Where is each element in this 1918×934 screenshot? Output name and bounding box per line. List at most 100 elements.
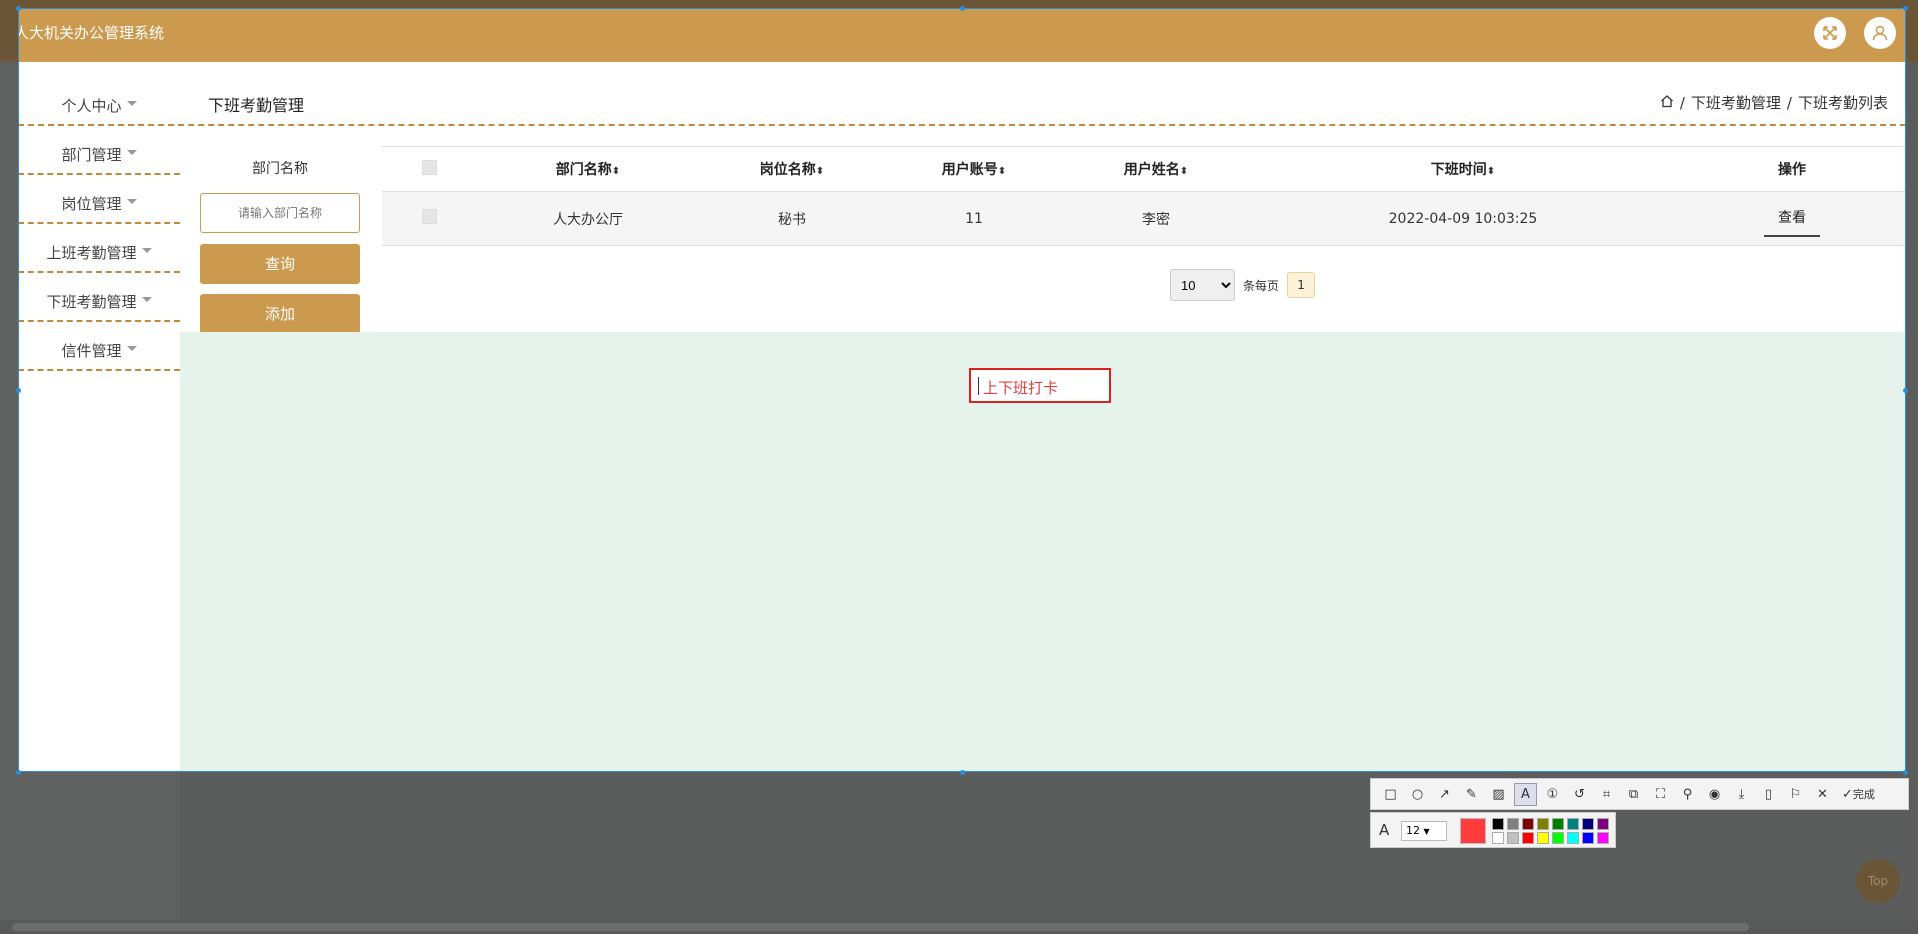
capture-region: 人大机关办公管理系统 个人中心 部门管理 岗位管理 上班考勤管理 下班考勤管理 … [18,8,1906,772]
annotation-text[interactable]: 上下班打卡 [983,377,1058,398]
color-swatch[interactable] [1552,832,1564,844]
arrow-icon[interactable]: ↗ [1433,783,1456,806]
ocr-icon[interactable]: ⌗ [1595,783,1618,806]
column-header-label: 下班时间 [1430,162,1487,178]
circle-icon[interactable]: ○ [1406,783,1429,806]
sidebar-item-letters[interactable]: 信件管理 [18,326,180,375]
color-swatch[interactable] [1507,832,1519,844]
sort-icon: ⬍ [997,166,1007,177]
breadcrumb: / 下班考勤管理 / 下班考勤列表 [1660,92,1888,113]
column-header[interactable]: 下班时间⬍ [1248,146,1678,192]
scroll-top-button[interactable]: Top [1856,859,1900,903]
content-header: 下班考勤管理 / 下班考勤管理 / 下班考勤列表 [180,62,1906,132]
record-icon[interactable]: ◉ [1703,783,1726,806]
page-size-select[interactable]: 10 [1170,269,1235,301]
font-icon: A [1379,821,1390,839]
text-tool-icon[interactable]: A [1514,782,1537,806]
text-annotation-box[interactable]: 上下班打卡 [969,368,1111,403]
horizontal-scrollbar[interactable] [0,920,1918,934]
resize-handle[interactable] [960,6,965,11]
color-swatch[interactable] [1537,818,1549,830]
mosaic-icon[interactable]: ▨ [1487,783,1510,806]
resize-handle[interactable] [960,770,965,775]
resize-handle[interactable] [16,388,21,393]
column-header: 操作 [1678,146,1906,192]
breadcrumb-item[interactable]: 下班考勤管理 [1691,92,1781,113]
sidebar-item-department[interactable]: 部门管理 [18,130,180,179]
resize-handle[interactable] [1903,388,1908,393]
color-swatch[interactable] [1522,818,1534,830]
font-size-select[interactable]: 12 ▼ [1401,821,1447,841]
caret-down-icon [141,297,152,302]
color-swatch[interactable] [1507,818,1519,830]
sort-icon: ⬍ [1486,166,1496,177]
divider [18,271,180,273]
table-cell: 2022-04-09 10:03:25 [1248,191,1678,246]
scan-icon[interactable]: ⛶ [1649,783,1672,806]
color-swatch[interactable] [1552,818,1564,830]
search-button[interactable]: 查询 [200,244,360,284]
translate-icon[interactable]: ⧉ [1622,783,1645,806]
color-swatch[interactable] [1492,832,1504,844]
sidebar-item-label: 个人中心 [61,97,122,115]
sidebar-item-checkout[interactable]: 下班考勤管理 [18,277,180,326]
undo-icon[interactable]: ↺ [1568,783,1591,806]
select-all-checkbox[interactable] [421,159,437,175]
color-swatch[interactable] [1582,818,1594,830]
resize-handle[interactable] [16,6,21,11]
color-swatch[interactable] [1567,832,1579,844]
resize-handle[interactable] [1903,6,1908,11]
done-label: 完成 [1852,788,1875,801]
column-header[interactable]: 部门名称⬍ [476,146,700,192]
user-icon[interactable] [1864,17,1896,49]
view-button[interactable]: 查看 [1764,201,1820,237]
close-icon[interactable]: ✕ [1811,783,1834,806]
done-button[interactable]: ✓ 完成 [1838,783,1879,806]
current-color-swatch[interactable] [1460,818,1486,844]
resize-handle[interactable] [16,770,21,775]
sidebar-item-checkin[interactable]: 上班考勤管理 [18,228,180,277]
color-swatch[interactable] [1582,832,1594,844]
table-cell: 查看 [1678,191,1906,246]
row-checkbox-cell [382,191,476,246]
page-number-button[interactable]: 1 [1287,272,1316,298]
font-size-value: 12 [1406,824,1420,837]
color-swatch[interactable] [1597,832,1609,844]
fullscreen-icon[interactable] [1814,17,1846,49]
divider [18,369,180,371]
column-header[interactable]: 用户姓名⬍ [1064,146,1248,192]
download-icon[interactable]: ⤓ [1730,783,1753,806]
table-row: 人大办公厅 秘书 11 李密 2022-04-09 10:03:25 查看 [382,191,1906,246]
pin-icon[interactable]: ⚲ [1676,783,1699,806]
color-swatch[interactable] [1597,818,1609,830]
color-swatch[interactable] [1522,832,1534,844]
pagination: 10 条每页 1 [1170,269,1316,301]
column-header-label: 用户姓名 [1123,162,1180,178]
caret-down-icon [126,199,137,204]
row-checkbox[interactable] [421,209,437,224]
number-icon[interactable]: ① [1541,783,1564,806]
column-header[interactable]: 用户账号⬍ [884,146,1064,192]
sidebar-item-position[interactable]: 岗位管理 [18,179,180,228]
divider [18,320,180,322]
color-swatch[interactable] [1567,818,1579,830]
color-swatch[interactable] [1492,818,1504,830]
rectangle-icon[interactable]: □ [1379,783,1402,806]
scrollbar-thumb[interactable] [12,923,1749,931]
column-header[interactable]: 岗位名称⬍ [700,146,884,192]
color-swatch[interactable] [1537,832,1549,844]
table-panel: 部门名称⬍ 岗位名称⬍ 用户账号⬍ 用户姓名⬍ 下班时间⬍ 操作 人大办公厅 秘… [380,138,1906,340]
department-name-input[interactable] [200,193,360,233]
pencil-icon[interactable]: ✎ [1460,783,1483,806]
check-icon: ✓ [1842,786,1853,802]
text-cursor [978,377,979,395]
add-button[interactable]: 添加 [200,294,360,334]
home-icon[interactable] [1660,94,1674,112]
phone-icon[interactable]: ▯ [1757,783,1780,806]
resize-handle[interactable] [1903,770,1908,775]
divider [18,173,180,175]
column-header-label: 用户账号 [941,162,998,178]
breadcrumb-separator: / [1679,93,1685,112]
sidebar-item-profile[interactable]: 个人中心 [18,81,180,130]
bookmark-icon[interactable]: ⚐ [1784,783,1807,806]
